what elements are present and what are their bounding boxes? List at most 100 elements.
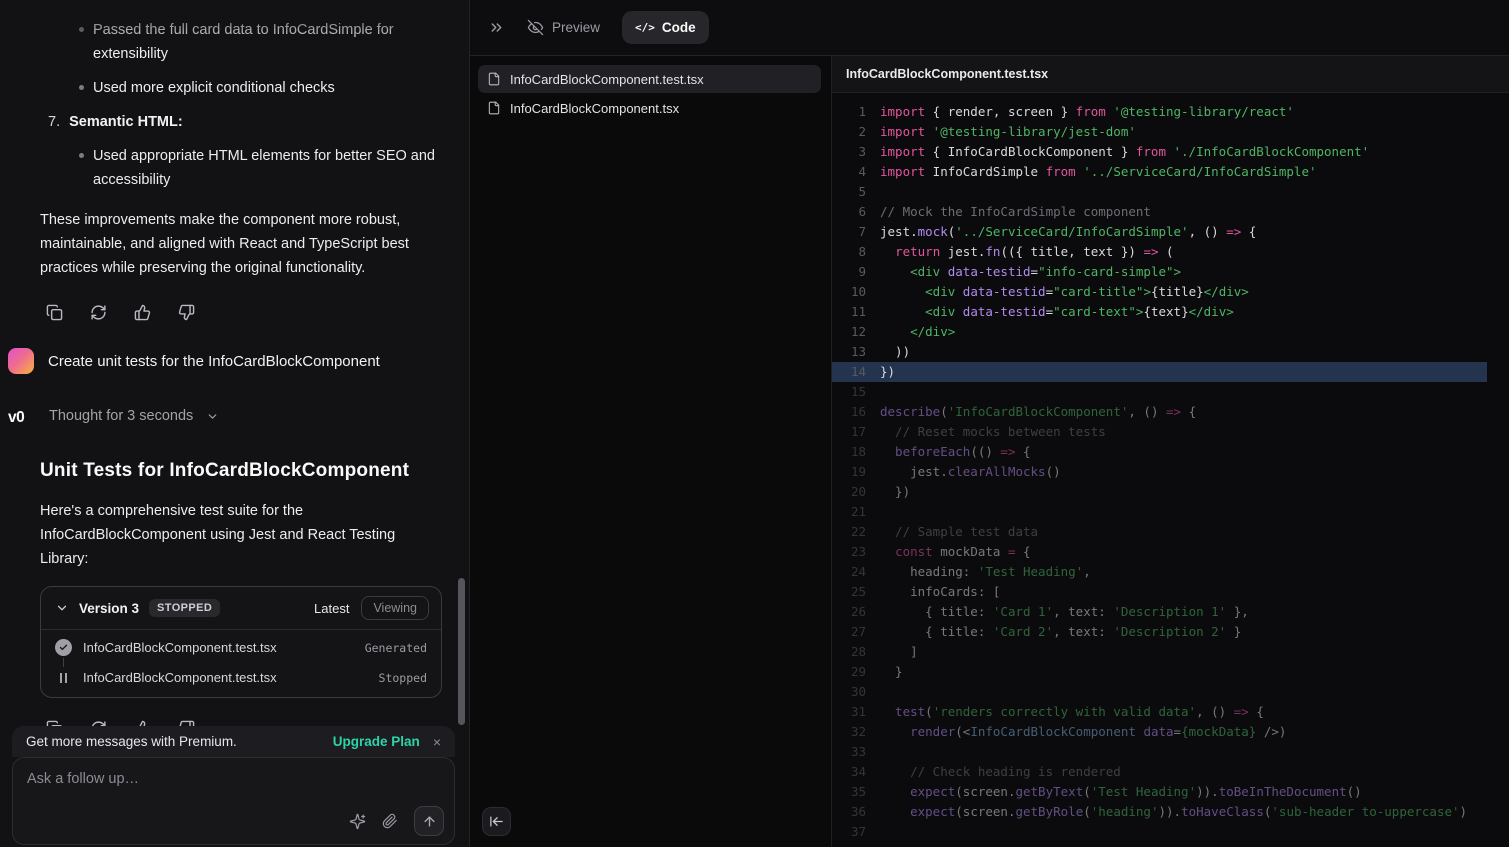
- code-icon: </>: [635, 21, 655, 34]
- code-line: 10 <div data-testid="card-title">{title}…: [832, 282, 1509, 302]
- code-line: 6// Mock the InfoCardSimple component: [832, 202, 1509, 222]
- arrow-left-to-line-icon: [489, 814, 504, 829]
- thought-row[interactable]: v0 Thought for 3 seconds: [8, 408, 469, 424]
- file-item[interactable]: InfoCardBlockComponent.tsx: [478, 94, 821, 122]
- code-line: 31 test('renders correctly with valid da…: [832, 702, 1509, 722]
- code-line: 21: [832, 502, 1509, 522]
- chat-scroll-area[interactable]: Passed the full card data to InfoCardSim…: [0, 0, 469, 847]
- status-badge: STOPPED: [149, 599, 220, 617]
- file-icon: [487, 72, 501, 86]
- file-name: InfoCardBlockComponent.tsx: [510, 101, 679, 116]
- code-line: 30: [832, 682, 1509, 702]
- premium-banner: Get more messages with Premium. Upgrade …: [12, 726, 455, 757]
- file-item[interactable]: InfoCardBlockComponent.test.tsx: [478, 65, 821, 93]
- list-item: Used more explicit conditional checks: [93, 76, 445, 100]
- code-line: 13 )): [832, 342, 1509, 362]
- v0-logo: v0: [8, 409, 36, 424]
- list-item-title: Semantic HTML:: [69, 110, 183, 134]
- version-card: Version 3 STOPPED Latest Viewing InfoCar…: [40, 586, 442, 698]
- code-line: 14}): [832, 362, 1487, 382]
- avatar: [8, 348, 34, 374]
- composer-area: Get more messages with Premium. Upgrade …: [12, 726, 455, 845]
- code-line: 32 render(<InfoCardBlockComponent data={…: [832, 722, 1509, 742]
- code-line: 17 // Reset mocks between tests: [832, 422, 1509, 442]
- numbered-list-item: 7. Semantic HTML:: [48, 110, 469, 134]
- code-line: 36 expect(screen.getByRole('heading')).t…: [832, 802, 1509, 822]
- task-status: Generated: [365, 641, 427, 655]
- code-line: 11 <div data-testid="card-text">{text}</…: [832, 302, 1509, 322]
- upgrade-plan-link[interactable]: Upgrade Plan: [333, 734, 420, 749]
- composer[interactable]: Ask a follow up…: [12, 757, 455, 845]
- latest-label: Latest: [314, 601, 349, 616]
- version-card-header[interactable]: Version 3 STOPPED Latest Viewing: [41, 587, 441, 629]
- code-line: 16describe('InfoCardBlockComponent', () …: [832, 402, 1509, 422]
- task-file-name: InfoCardBlockComponent.test.tsx: [83, 670, 277, 685]
- code-line: 24 heading: 'Test Heading',: [832, 562, 1509, 582]
- list-item: Passed the full card data to InfoCardSim…: [93, 18, 445, 66]
- message-actions: [46, 304, 469, 321]
- list-item-text: Passed the full card data to InfoCardSim…: [93, 22, 394, 62]
- code-line: 27 { title: 'Card 2', text: 'Description…: [832, 622, 1509, 642]
- assistant-paragraph: These improvements make the component mo…: [40, 208, 442, 280]
- chevrons-right-icon[interactable]: [488, 19, 505, 36]
- thumbs-up-icon[interactable]: [134, 304, 151, 321]
- workbench-panel: Preview </> Code InfoCardBlockComponent.…: [470, 0, 1509, 847]
- workbench-toolbar: Preview </> Code: [470, 0, 1509, 56]
- version-card-body: InfoCardBlockComponent.test.tsx Generate…: [41, 629, 441, 697]
- code-line: 15: [832, 382, 1509, 402]
- regenerate-icon[interactable]: [90, 304, 107, 321]
- editor-tab-title[interactable]: InfoCardBlockComponent.test.tsx: [846, 67, 1048, 81]
- chevron-down-icon[interactable]: [55, 601, 69, 615]
- code-lines[interactable]: 1import { render, screen } from '@testin…: [832, 93, 1509, 847]
- task-row[interactable]: InfoCardBlockComponent.test.tsx Stopped: [55, 669, 427, 686]
- close-icon[interactable]: ×: [433, 735, 441, 749]
- tab-preview[interactable]: Preview: [527, 19, 600, 36]
- eye-off-icon: [527, 19, 544, 36]
- chat-scrollbar-thumb[interactable]: [458, 578, 465, 725]
- followup-input[interactable]: Ask a follow up…: [13, 758, 454, 800]
- chat-panel: Passed the full card data to InfoCardSim…: [0, 0, 470, 847]
- editor-tabbar: InfoCardBlockComponent.test.tsx: [832, 56, 1509, 93]
- code-line: 28 ]: [832, 642, 1509, 662]
- tab-code[interactable]: </> Code: [622, 11, 709, 44]
- code-line: 33: [832, 742, 1509, 762]
- copy-icon[interactable]: [46, 304, 63, 321]
- user-message-text: Create unit tests for the InfoCardBlockC…: [48, 353, 380, 370]
- svg-text:v0: v0: [8, 409, 24, 424]
- file-icon: [487, 101, 501, 115]
- user-message: Create unit tests for the InfoCardBlockC…: [8, 348, 469, 374]
- chevron-down-icon[interactable]: [206, 410, 219, 423]
- task-connector: [63, 658, 64, 667]
- code-line: 35 expect(screen.getByText('Test Heading…: [832, 782, 1509, 802]
- code-line: 9 <div data-testid="info-card-simple">: [832, 262, 1509, 282]
- file-sidebar: InfoCardBlockComponent.test.tsx InfoCard…: [470, 56, 832, 847]
- preview-label: Preview: [552, 20, 600, 35]
- code-line: 2import '@testing-library/jest-dom': [832, 122, 1509, 142]
- code-line: 34 // Check heading is rendered: [832, 762, 1509, 782]
- code-line: 8 return jest.fn(({ title, text }) => (: [832, 242, 1509, 262]
- sparkles-icon[interactable]: [349, 813, 366, 830]
- code-line: 5: [832, 182, 1509, 202]
- code-line: 29 }: [832, 662, 1509, 682]
- attach-icon[interactable]: [382, 813, 398, 829]
- code-line: 37: [832, 822, 1509, 842]
- code-line: 4import InfoCardSimple from '../ServiceC…: [832, 162, 1509, 182]
- code-line: 7jest.mock('../ServiceCard/InfoCardSimpl…: [832, 222, 1509, 242]
- thought-label: Thought for 3 seconds: [49, 408, 193, 424]
- premium-banner-text: Get more messages with Premium.: [26, 734, 237, 749]
- code-line: 18 beforeEach(() => {: [832, 442, 1509, 462]
- collapse-sidebar-button[interactable]: [482, 807, 511, 836]
- task-row[interactable]: InfoCardBlockComponent.test.tsx Generate…: [55, 639, 427, 656]
- list-item: Used appropriate HTML elements for bette…: [93, 144, 445, 192]
- thumbs-down-icon[interactable]: [178, 304, 195, 321]
- code-line: 12 </div>: [832, 322, 1509, 342]
- viewing-button[interactable]: Viewing: [361, 596, 429, 620]
- task-status: Stopped: [379, 671, 427, 685]
- send-button[interactable]: [414, 806, 444, 836]
- code-line: 20 }): [832, 482, 1509, 502]
- code-line: 19 jest.clearAllMocks(): [832, 462, 1509, 482]
- response-heading: Unit Tests for InfoCardBlockComponent: [40, 460, 469, 482]
- code-line: 25 infoCards: [: [832, 582, 1509, 602]
- file-name: InfoCardBlockComponent.test.tsx: [510, 72, 704, 87]
- code-line: 23 const mockData = {: [832, 542, 1509, 562]
